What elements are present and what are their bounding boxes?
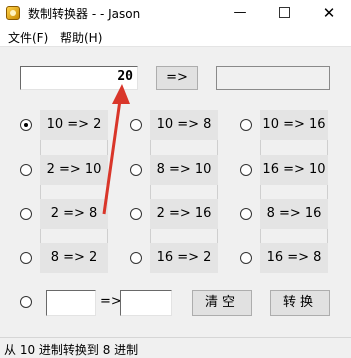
annotation-arrow-head [112, 84, 130, 104]
annotation-arrow-shaft [102, 99, 122, 215]
annotation-arrow [102, 84, 130, 215]
